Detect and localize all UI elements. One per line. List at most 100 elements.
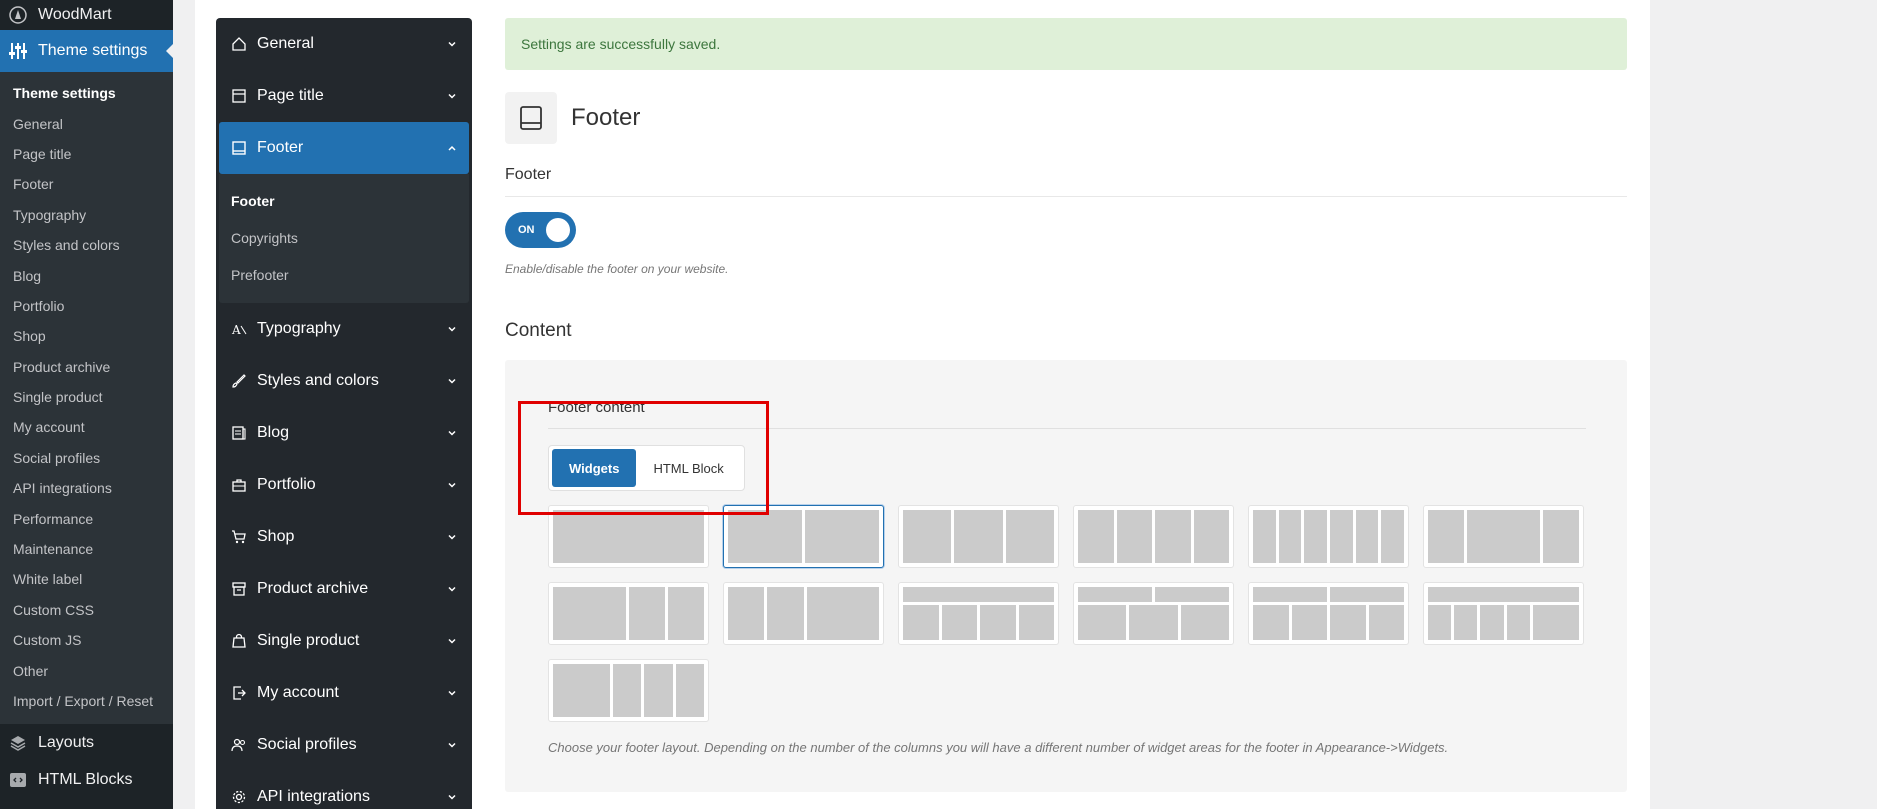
wp-submenu-item[interactable]: Performance xyxy=(0,503,173,533)
content-heading: Content xyxy=(505,320,572,341)
footer-layout-option[interactable] xyxy=(723,582,884,645)
site-name-link[interactable]: WoodMart xyxy=(0,0,173,30)
footer-content-switch: Widgets HTML Block xyxy=(548,445,745,491)
wp-menu-layers[interactable]: Layouts xyxy=(0,724,173,761)
wp-submenu-item[interactable]: Import / Export / Reset xyxy=(0,686,173,716)
content-box: Footer content Widgets HTML Block Choose… xyxy=(505,360,1627,792)
section-blog[interactable]: Blog xyxy=(216,407,472,459)
footer-layout-option[interactable] xyxy=(548,659,709,722)
section-social-profiles[interactable]: Social profiles xyxy=(216,719,472,771)
wp-submenu-item[interactable]: White label xyxy=(0,564,173,594)
section-label: Page title xyxy=(257,87,324,104)
chevron-down-icon xyxy=(446,427,458,439)
footer-layout-option[interactable] xyxy=(898,582,1059,645)
menu-theme-settings[interactable]: Theme settings xyxy=(0,30,174,72)
section-label: Single product xyxy=(257,632,360,649)
wp-submenu-item[interactable]: Shop xyxy=(0,321,173,351)
section-api-integrations[interactable]: API integrations xyxy=(216,771,472,809)
footer-toggle[interactable]: ON xyxy=(505,212,576,248)
footer-description: Enable/disable the footer on your websit… xyxy=(505,262,729,276)
wp-submenu-item[interactable]: Typography xyxy=(0,200,173,230)
footer-toggle-text: ON xyxy=(518,224,535,236)
footer-option-label: Footer xyxy=(505,166,1627,197)
wp-submenu-item[interactable]: General xyxy=(0,108,173,138)
footer-layout-option[interactable] xyxy=(548,505,709,568)
section-label: API integrations xyxy=(257,788,370,805)
section-label: Blog xyxy=(257,424,290,441)
wp-bottom-menu: Layouts HTML Blocks xyxy=(0,724,173,798)
wp-menu-code-block[interactable]: HTML Blocks xyxy=(0,761,173,798)
subsection-prefooter[interactable]: Prefooter xyxy=(219,256,469,293)
settings-sections-panel: General Page title Footer Footer Copyright… xyxy=(216,18,472,809)
page-header: Footer xyxy=(505,92,1627,144)
wp-submenu-item[interactable]: Styles and colors xyxy=(0,230,173,260)
layout-description: Choose your footer layout. Depending on … xyxy=(548,740,1449,755)
menu-theme-settings-label: Theme settings xyxy=(38,42,148,59)
account-icon xyxy=(231,685,247,701)
wp-submenu-item[interactable]: Custom CSS xyxy=(0,595,173,625)
success-notice: Settings are successfully saved. xyxy=(505,18,1627,70)
section-general[interactable]: General xyxy=(216,18,472,70)
section-label: Social profiles xyxy=(257,736,357,753)
section-label: General xyxy=(257,35,314,52)
wp-submenu-item[interactable]: Other xyxy=(0,655,173,685)
cart-icon xyxy=(231,529,247,545)
section-footer[interactable]: Footer xyxy=(219,122,469,174)
section-footer-label: Footer xyxy=(257,139,304,156)
section-label: Shop xyxy=(257,528,295,545)
wp-submenu-item[interactable]: Product archive xyxy=(0,352,173,382)
chevron-down-icon xyxy=(446,323,458,335)
wp-submenu-item[interactable]: Blog xyxy=(0,260,173,290)
wp-submenu-item[interactable]: Theme settings xyxy=(0,78,173,108)
footer-layout-option[interactable] xyxy=(898,505,1059,568)
section-product-archive[interactable]: Product archive xyxy=(216,563,472,615)
wp-submenu-item[interactable]: Social profiles xyxy=(0,443,173,473)
chevron-down-icon xyxy=(446,791,458,803)
section-label: Typography xyxy=(257,320,341,337)
wp-submenu-item[interactable]: My account xyxy=(0,412,173,442)
chevron-down-icon xyxy=(446,90,458,102)
wp-submenu-item[interactable]: Footer xyxy=(0,169,173,199)
footer-content-label: Footer content xyxy=(548,399,1586,429)
footer-layout-option[interactable] xyxy=(1248,505,1409,568)
wp-submenu-item[interactable]: Portfolio xyxy=(0,291,173,321)
section-typography[interactable]: A Typography xyxy=(216,303,472,355)
html-block-button[interactable]: HTML Block xyxy=(636,449,740,487)
wp-submenu-item[interactable]: Custom JS xyxy=(0,625,173,655)
footer-layout-option[interactable] xyxy=(548,582,709,645)
footer-layout-option[interactable] xyxy=(1423,582,1584,645)
svg-text:A: A xyxy=(231,323,241,337)
chevron-down-icon xyxy=(446,687,458,699)
section-single-product[interactable]: Single product xyxy=(216,615,472,667)
section-my-account[interactable]: My account xyxy=(216,667,472,719)
subsection-footer[interactable]: Footer xyxy=(219,182,469,219)
section-shop[interactable]: Shop xyxy=(216,511,472,563)
chevron-down-icon xyxy=(446,38,458,50)
gear-icon xyxy=(231,789,247,805)
wp-submenu-item[interactable]: API integrations xyxy=(0,473,173,503)
section-label: Product archive xyxy=(257,580,369,597)
chevron-down-icon xyxy=(446,583,458,595)
footer-icon xyxy=(505,92,557,144)
footer-layout-option[interactable] xyxy=(1423,505,1584,568)
toggle-knob xyxy=(546,218,570,242)
archive-icon xyxy=(231,581,247,597)
section-page-title[interactable]: Page title xyxy=(216,70,472,122)
wp-menu-label: Layouts xyxy=(38,733,95,751)
widgets-button[interactable]: Widgets xyxy=(552,449,637,487)
footer-layout-option[interactable] xyxy=(1248,582,1409,645)
footer-layout-option[interactable] xyxy=(723,505,884,568)
section-label: Styles and colors xyxy=(257,372,379,389)
layers-icon xyxy=(8,733,28,753)
wp-submenu-item[interactable]: Single product xyxy=(0,382,173,412)
subsection-copyrights[interactable]: Copyrights xyxy=(219,219,469,256)
code-block-icon xyxy=(8,770,28,790)
footer-layout-option[interactable] xyxy=(1073,505,1234,568)
chevron-down-icon xyxy=(446,531,458,543)
section-portfolio[interactable]: Portfolio xyxy=(216,459,472,511)
footer-layout-option[interactable] xyxy=(1073,582,1234,645)
wp-submenu-item[interactable]: Maintenance xyxy=(0,534,173,564)
footer-subsections: Footer Copyrights Prefooter xyxy=(219,174,469,303)
wp-submenu-item[interactable]: Page title xyxy=(0,139,173,169)
section-styles-and-colors[interactable]: Styles and colors xyxy=(216,355,472,407)
